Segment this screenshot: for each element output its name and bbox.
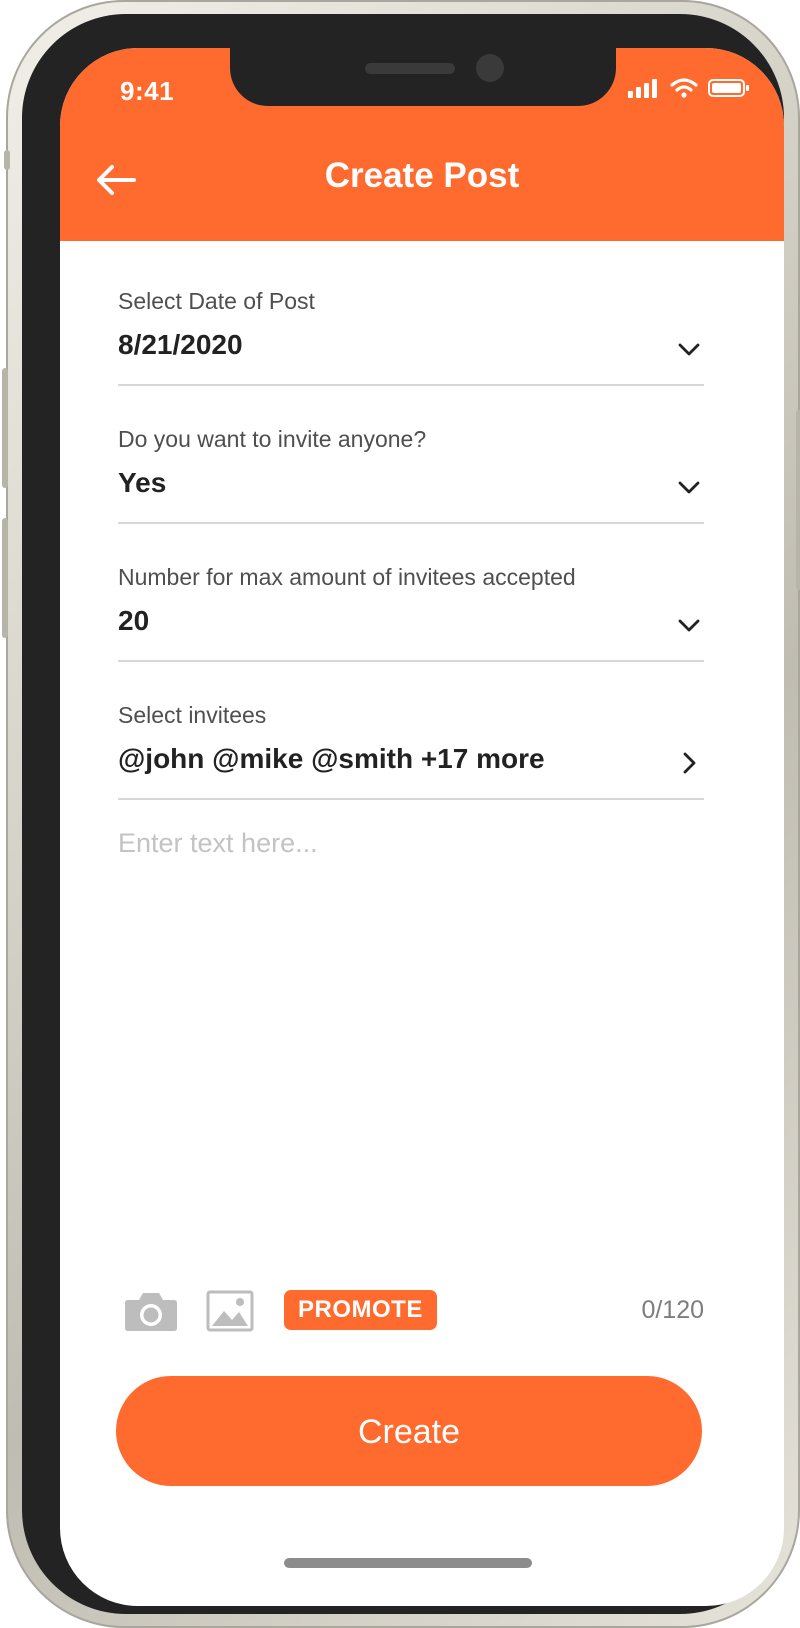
battery-icon [708,79,749,97]
invite-anyone-select[interactable]: Do you want to invite anyone? Yes [118,412,704,524]
chevron-down-icon [678,619,700,632]
character-counter: 0/120 [641,1296,704,1324]
chevron-right-icon [683,752,696,774]
post-text-input[interactable] [118,828,704,1248]
phone-frame: 9:41 Create Post Select Date of Post 8/2… [2,0,800,1628]
notch [230,48,616,106]
invite-anyone-value: Yes [118,467,167,498]
status-icons [628,78,750,98]
phone-bezel: 9:41 Create Post Select Date of Post 8/2… [22,14,784,1614]
wifi-icon [670,78,698,98]
home-indicator [284,1558,532,1568]
select-invitees-value: @john @mike @smith +17 more [118,743,545,774]
max-invitees-label: Number for max amount of invitees accept… [118,564,576,590]
phone-volume-up-button [2,368,8,488]
promote-button[interactable]: PROMOTE [284,1290,437,1330]
page-title: Create Post [324,156,520,195]
chevron-down-icon [678,481,700,494]
date-of-post-select[interactable]: Select Date of Post 8/21/2020 [118,274,704,386]
select-invitees-row[interactable]: Select invitees @john @mike @smith +17 m… [118,688,704,800]
header: 9:41 Create Post [60,48,784,241]
status-time: 9:41 [120,76,175,106]
front-camera [476,54,504,82]
phone-power-button [796,410,800,590]
phone-side-button [4,150,10,170]
invite-anyone-label: Do you want to invite anyone? [118,426,427,452]
max-invitees-select[interactable]: Number for max amount of invitees accept… [118,550,704,662]
speaker [365,63,455,74]
post-toolbar: PROMOTE 0/120 [124,1288,704,1338]
camera-icon[interactable] [124,1290,178,1332]
create-button[interactable]: Create [116,1376,702,1486]
signal-icon [628,79,657,98]
chevron-down-icon [678,343,700,356]
date-of-post-label: Select Date of Post [118,288,315,314]
image-icon[interactable] [206,1290,254,1332]
screen: 9:41 Create Post Select Date of Post 8/2… [60,48,784,1606]
date-of-post-value: 8/21/2020 [118,329,243,360]
phone-volume-down-button [2,518,8,638]
max-invitees-value: 20 [118,605,150,636]
select-invitees-label: Select invitees [118,702,267,728]
